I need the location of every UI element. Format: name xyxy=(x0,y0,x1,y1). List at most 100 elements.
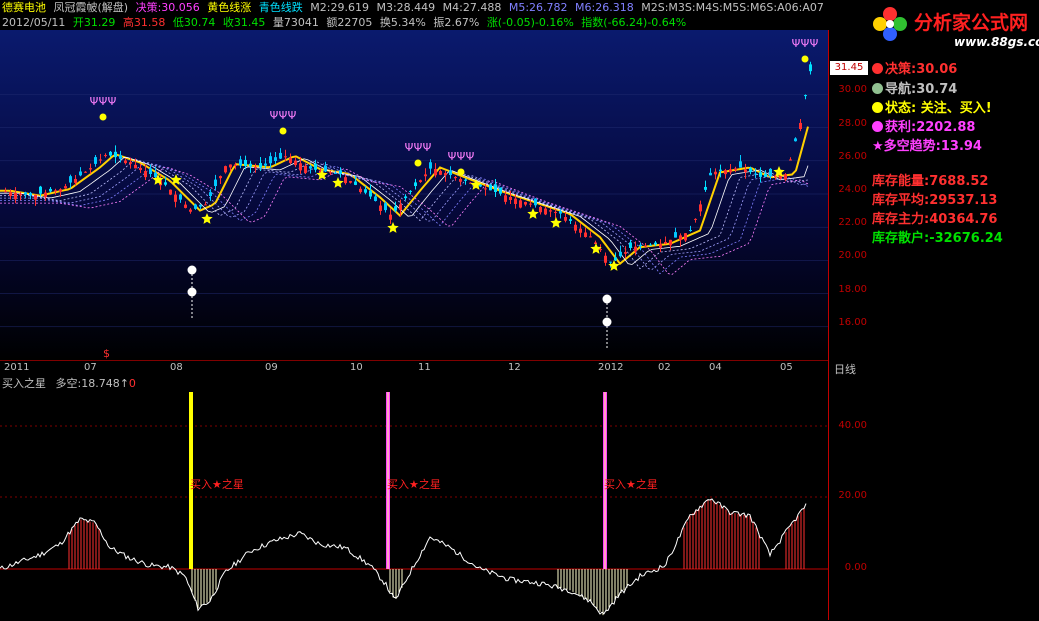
candle-body xyxy=(334,172,337,174)
candle-body xyxy=(379,205,382,212)
candlestick-chart[interactable]: Ψ Ψ ΨΨ Ψ ΨΨ Ψ ΨΨ Ψ ΨΨ Ψ Ψ$ xyxy=(0,30,828,360)
candle-body xyxy=(209,192,212,196)
price-tick-28: 28.00 xyxy=(838,118,867,129)
side-average: 库存平均:29537.13 xyxy=(872,193,998,208)
candle-body xyxy=(224,166,227,173)
white-dot-icon xyxy=(602,317,612,327)
candle-body xyxy=(179,194,182,200)
formula-name: 凤冠霞帔(解盘) xyxy=(53,1,129,14)
candle-body xyxy=(599,249,602,251)
crown-icon: Ψ xyxy=(801,37,810,50)
stock-name[interactable]: 德赛电池 xyxy=(2,1,46,14)
candle-body xyxy=(4,191,7,193)
candle-body xyxy=(434,169,437,176)
buy-star-label-2: 买入★之星 xyxy=(387,478,441,491)
white-dot-icon xyxy=(602,294,612,304)
candle-body xyxy=(124,160,127,164)
candle-body xyxy=(244,159,247,166)
price-tick-26: 26.00 xyxy=(838,151,867,162)
candle-body xyxy=(659,243,662,248)
date-axis: 2011 07 08 09 10 11 12 2012 02 04 05 xyxy=(0,360,828,375)
candle-body xyxy=(639,244,642,247)
indicator-header: 买入之星 多空:18.748↑0 xyxy=(2,375,136,391)
indicator-title[interactable]: 买入之星 xyxy=(2,377,46,390)
candle-body xyxy=(279,152,282,159)
candle-body xyxy=(594,242,597,245)
yellow-dot-icon xyxy=(801,55,809,63)
high-price: 高31.58 xyxy=(122,16,166,29)
candle-body xyxy=(664,242,667,244)
crown-icon: Ψ xyxy=(448,150,457,163)
candle-body xyxy=(34,194,37,200)
candle-body xyxy=(29,192,32,196)
date-tick-2011: 2011 xyxy=(4,362,30,373)
buy-star-indicator-chart[interactable] xyxy=(0,374,828,621)
close-price: 收31.45 xyxy=(222,16,266,29)
candle-body xyxy=(629,242,632,248)
dollar-icon: $ xyxy=(103,347,110,360)
candle-body xyxy=(759,172,762,177)
candle-body xyxy=(789,159,792,161)
open-price: 开31.29 xyxy=(72,16,116,29)
candle-body xyxy=(509,196,512,200)
candle-body xyxy=(339,170,342,174)
candle-body xyxy=(444,173,447,176)
candle-body xyxy=(699,204,702,212)
candle-body xyxy=(679,235,682,241)
yellow-dot-icon xyxy=(872,102,883,113)
candle-body xyxy=(734,168,737,171)
candle-body xyxy=(89,168,92,170)
candle-body xyxy=(109,151,112,156)
candle-body xyxy=(524,201,527,205)
candle-body xyxy=(199,204,202,207)
side-status: 状态: 关注、买入! xyxy=(872,97,992,116)
candle-body xyxy=(329,172,332,174)
candle-body xyxy=(784,174,787,180)
crown-icon: Ψ xyxy=(792,37,801,50)
crown-icon: Ψ xyxy=(414,141,423,154)
candle-body xyxy=(489,184,492,191)
candle-body xyxy=(129,162,132,164)
candle-body xyxy=(234,164,237,166)
up-arrow-icon: ↑ xyxy=(119,377,129,390)
ind-tick-0: 0.00 xyxy=(844,562,867,573)
crown-icon: Ψ xyxy=(466,150,475,163)
candle-body xyxy=(519,200,522,208)
candle-body xyxy=(169,189,172,195)
m6-value: M6:26.318 xyxy=(575,1,634,14)
candle-body xyxy=(99,159,102,161)
candle-body xyxy=(389,214,392,220)
candle-body xyxy=(9,192,12,196)
amplitude: 振2.67% xyxy=(433,16,480,29)
m2-value: M2:29.619 xyxy=(310,1,369,14)
m4-value: M4:27.488 xyxy=(442,1,502,14)
candle-body xyxy=(529,203,532,205)
side-decision: 决策:30.06 xyxy=(872,58,957,77)
white-dot-icon xyxy=(187,265,197,275)
side-energy: 库存能量:7688.52 xyxy=(872,174,989,189)
candle-body xyxy=(674,232,677,238)
candle-body xyxy=(284,156,287,158)
candle-body xyxy=(44,192,47,198)
candle-body xyxy=(424,174,427,177)
candle-body xyxy=(559,211,562,214)
candle-body xyxy=(94,157,97,164)
candle-body xyxy=(654,242,657,245)
candle-body xyxy=(19,193,22,196)
candle-body xyxy=(709,172,712,176)
candle-body xyxy=(579,228,582,233)
candle-body xyxy=(574,224,577,231)
candle-body xyxy=(464,179,467,181)
crown-icon: Ψ xyxy=(90,95,99,108)
date-tick-05: 05 xyxy=(780,362,793,373)
candle-body xyxy=(504,195,507,202)
decision-value: 决策:30.056 xyxy=(135,1,200,14)
candle-body xyxy=(704,186,707,190)
candle-body xyxy=(189,209,192,212)
candle-body xyxy=(459,178,462,182)
price-tick-18: 18.00 xyxy=(838,284,867,295)
candle-body xyxy=(729,169,732,173)
ind-tick-40: 40.00 xyxy=(838,420,867,431)
amount: 额22705 xyxy=(326,16,373,29)
crown-icon: Ψ xyxy=(405,141,414,154)
